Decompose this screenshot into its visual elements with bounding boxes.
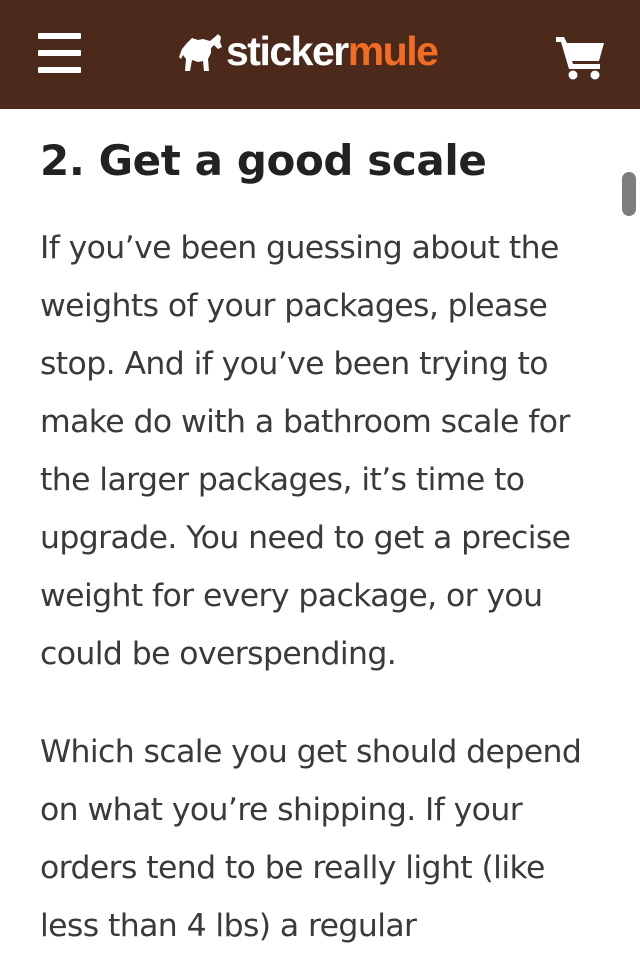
logo-wordmark: stickermule [226, 27, 439, 74]
cart-svg [556, 37, 604, 80]
stickermule-logo[interactable]: stickermule [178, 27, 439, 78]
mule-logo-icon [179, 34, 222, 71]
logo-word-sticker: sticker [226, 27, 349, 74]
article-paragraph: Which scale you get should depend on wha… [40, 734, 582, 944]
section-heading: 2. Get a good scale [40, 136, 487, 185]
article-content: 2. Get a good scale If you’ve been guess… [40, 128, 610, 955]
menu-bar [38, 33, 81, 39]
menu-bar [38, 67, 81, 73]
hamburger-menu-icon[interactable] [38, 33, 81, 73]
logo-word-mule: mule [347, 27, 439, 74]
shopping-cart-icon[interactable] [556, 34, 606, 80]
scrollbar-thumb[interactable] [622, 172, 636, 216]
article-paragraph: If you’ve been guessing about the weight… [40, 230, 571, 672]
site-header: stickermule [0, 0, 640, 109]
menu-bar [38, 50, 81, 56]
